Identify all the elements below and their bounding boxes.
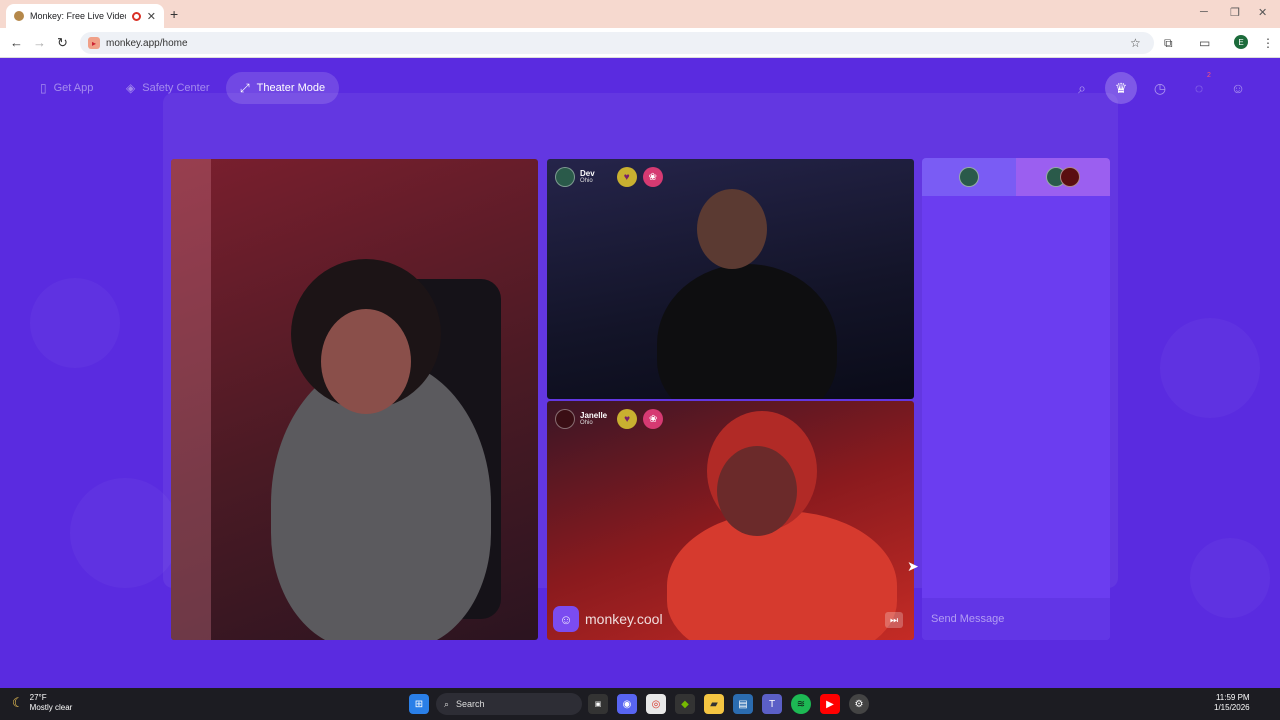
background-decoration [30, 278, 120, 368]
peer-location: Ohio [580, 178, 593, 185]
windows-start-icon[interactable]: ⊞ [409, 694, 429, 714]
person-torso [657, 264, 837, 399]
settings-gear-icon[interactable]: ⚙ [849, 694, 869, 714]
peer-name: Dev [580, 168, 595, 178]
file-explorer-icon[interactable]: ▰ [704, 694, 724, 714]
self-video [171, 159, 538, 640]
peer-location: Ohio [580, 420, 593, 427]
gift-icon[interactable]: ❀ [642, 167, 663, 187]
weather-condition: Mostly clear [29, 702, 73, 712]
teams-icon[interactable]: T [762, 694, 782, 714]
person-face [321, 309, 411, 414]
youtube-icon[interactable]: ▶ [820, 694, 840, 714]
spotify-icon[interactable]: ≋ [791, 694, 811, 714]
monkey-logo-icon: ☺ [553, 606, 579, 632]
taskbar-search[interactable]: ⌕ Search [436, 693, 582, 715]
nvidia-icon[interactable]: ◆ [675, 694, 695, 714]
peer-info-janelle: Janelle Ohio ♥ ❀ [555, 409, 664, 429]
tab-title: Monkey: Free Live Video Ch [30, 11, 126, 21]
peer-name: Janelle [580, 410, 608, 420]
monkey-favicon-icon [14, 11, 24, 21]
person-torso [667, 511, 897, 640]
chat-tab-group[interactable] [1016, 158, 1110, 196]
mouse-cursor-icon: ➤ [907, 558, 919, 574]
reload-icon[interactable]: ↻ [57, 35, 68, 51]
photos-icon[interactable]: ▤ [733, 694, 753, 714]
search-icon: ⌕ [444, 698, 450, 709]
person-face [717, 446, 797, 536]
monkey-watermark: ☺ monkey.cool [553, 606, 663, 632]
peer-video-dev: Dev Ohio ♥ ❀ [547, 159, 914, 399]
forward-arrow-icon[interactable]: → [33, 35, 46, 50]
browser-tab[interactable]: Monkey: Free Live Video Ch ✕ [6, 4, 164, 28]
browser-tab-strip: Monkey: Free Live Video Ch ✕ + ─ ❐ ✕ [0, 0, 1280, 28]
camera-icon: ▸ [88, 37, 100, 49]
weather-widget[interactable]: ☾ 27°F Mostly clear [12, 693, 72, 712]
system-clock[interactable]: 11:59 PM 1/15/2026 [1214, 693, 1250, 714]
get-app-label: Get App [53, 82, 94, 94]
peer-avatar [555, 167, 575, 187]
tab-close-icon[interactable]: ✕ [147, 10, 156, 23]
phone-icon: ▯ [40, 81, 47, 95]
browser-toolbar: ← → ↻ ▸ monkey.app/home ☆ ⧉ ▭ ⋮ [0, 28, 1280, 58]
weather-moon-icon: ☾ [12, 694, 24, 710]
chat-tabs [922, 158, 1110, 196]
heart-icon[interactable]: ♥ [616, 167, 637, 187]
maximize-icon[interactable]: ❐ [1230, 6, 1240, 19]
peer-avatar [555, 409, 575, 429]
chrome-icon[interactable]: ◎ [646, 694, 666, 714]
send-message-input[interactable] [922, 598, 1110, 640]
chat-tab-dev[interactable] [922, 158, 1016, 196]
windows-taskbar: ☾ 27°F Mostly clear ⊞ ⌕ Search ▣ ◉ ◎ ◆ ▰… [0, 688, 1280, 720]
peer-video-janelle: Janelle Ohio ♥ ❀ [547, 401, 914, 640]
shield-icon: ◈ [126, 81, 136, 95]
menu-kebab-icon[interactable]: ⋮ [1262, 36, 1274, 50]
background-decoration [1160, 318, 1260, 418]
person-face [697, 189, 767, 269]
history-clock-icon[interactable]: ◷ [1144, 72, 1176, 104]
gift-icon[interactable]: ❀ [643, 409, 664, 429]
app-icon[interactable]: ▣ [588, 694, 608, 714]
skip-icon[interactable]: ⏭ [885, 612, 903, 628]
back-arrow-icon[interactable]: ← [10, 35, 23, 50]
search-label: Search [456, 699, 485, 709]
new-tab-button[interactable]: + [170, 6, 178, 22]
discord-icon[interactable]: ◉ [617, 694, 637, 714]
extensions-icon[interactable]: ⧉ [1164, 36, 1173, 51]
background-decoration [1190, 538, 1270, 618]
window-close-icon[interactable]: ✕ [1258, 6, 1267, 19]
temperature: 27°F [29, 693, 47, 702]
url-text: monkey.app/home [106, 37, 188, 49]
peer-avatar [959, 167, 979, 187]
clock-date: 1/15/2026 [1214, 703, 1250, 713]
watermark-text: monkey.cool [585, 611, 663, 627]
cast-icon[interactable]: ▭ [1199, 36, 1210, 50]
chat-panel [922, 158, 1110, 640]
address-bar[interactable]: ▸ monkey.app/home [80, 32, 1154, 54]
wall-window [171, 159, 211, 640]
clock-time: 11:59 PM [1215, 693, 1250, 702]
user-avatar-icon[interactable]: ☺ [1222, 72, 1254, 104]
profile-avatar[interactable]: E [1234, 35, 1248, 49]
heart-icon[interactable]: ♥ [617, 409, 638, 429]
minimize-icon[interactable]: ─ [1200, 6, 1208, 18]
notification-badge: 2 [1207, 72, 1211, 79]
peer-avatar [1060, 167, 1080, 187]
peer-info-dev: Dev Ohio ♥ ❀ [555, 167, 663, 187]
recording-icon [131, 11, 141, 21]
get-app-button[interactable]: ▯ Get App [26, 72, 107, 104]
bookmark-star-icon[interactable]: ☆ [1130, 36, 1141, 50]
